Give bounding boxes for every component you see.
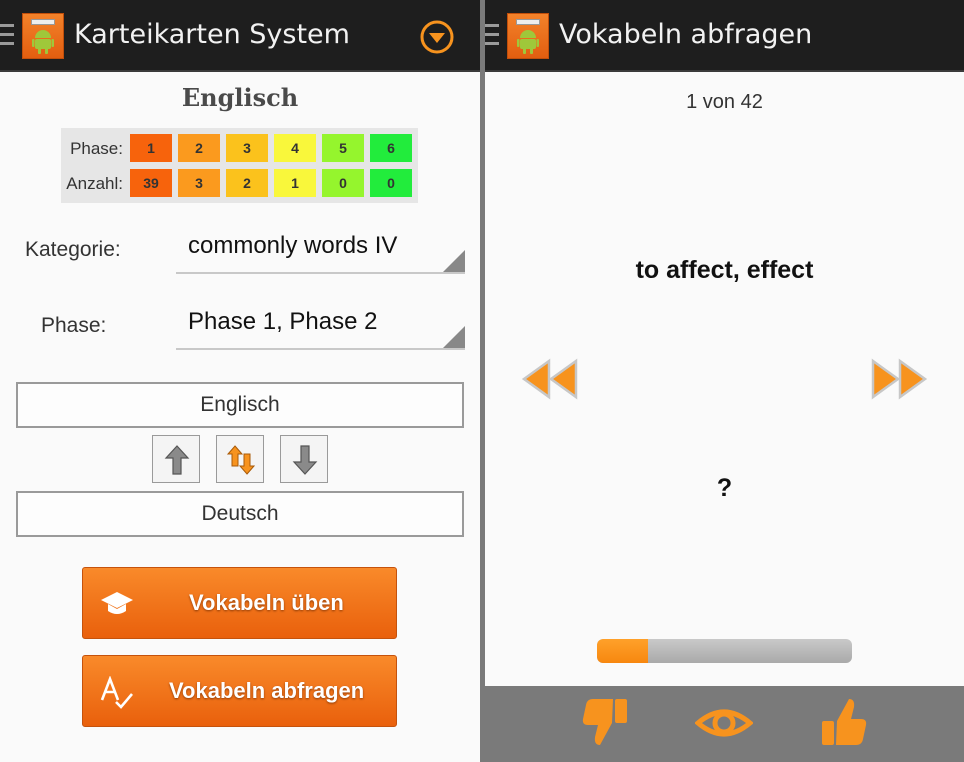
- eye-icon[interactable]: [695, 697, 753, 749]
- phase-label: Phase:: [41, 314, 107, 337]
- phase-cell: 4: [274, 134, 316, 162]
- phase-cell: 6: [370, 134, 412, 162]
- quiz-action-bar: Vokabeln abfragen: [485, 0, 964, 72]
- category-spinner[interactable]: commonly words IV: [176, 222, 465, 274]
- count-cell: 39: [130, 169, 172, 197]
- practice-vocab-label: Vokabeln üben: [189, 590, 344, 615]
- count-cell: 3: [178, 169, 220, 197]
- android-app-icon[interactable]: [507, 13, 549, 59]
- fast-forward-icon[interactable]: [870, 358, 928, 400]
- count-cell: 0: [370, 169, 412, 197]
- rewind-icon[interactable]: [521, 358, 579, 400]
- count-cell: 1: [274, 169, 316, 197]
- category-label: Kategorie:: [25, 238, 121, 261]
- spinner-triangle-icon: [443, 250, 465, 272]
- android-app-icon[interactable]: [22, 13, 64, 59]
- quiz-progress-bar: [597, 639, 852, 663]
- swap-arrows-icon: [227, 445, 255, 475]
- language-heading: Englisch: [181, 83, 299, 112]
- phase-row-label: Phase:: [70, 139, 123, 158]
- phase-spinner[interactable]: Phase 1, Phase 2: [176, 298, 465, 350]
- card-counter: 1 von 42: [686, 91, 763, 113]
- quiz-vocab-label: Vokabeln abfragen: [169, 678, 365, 703]
- main-pane: Karteikarten System Englisch Phase: Anza…: [0, 0, 480, 762]
- answer-text: ?: [716, 474, 733, 502]
- drawer-icon[interactable]: [485, 24, 499, 48]
- phase-cell: 1: [130, 134, 172, 162]
- arrow-down-icon: [292, 445, 318, 475]
- thumbs-down-icon[interactable]: [581, 697, 629, 749]
- phase-value: Phase 1, Phase 2: [188, 308, 378, 335]
- category-value: commonly words IV: [188, 232, 398, 259]
- count-cell: 2: [226, 169, 268, 197]
- language-to-box[interactable]: Deutsch: [16, 491, 464, 537]
- graduation-cap-icon: [101, 592, 133, 614]
- phase-cell: 5: [322, 134, 364, 162]
- direction-swap-button[interactable]: [216, 435, 264, 483]
- thumbs-up-icon[interactable]: [820, 697, 868, 749]
- spinner-triangle-icon: [443, 326, 465, 348]
- practice-vocab-button[interactable]: Vokabeln üben: [82, 567, 397, 639]
- spellcheck-icon: [100, 676, 133, 709]
- arrow-up-icon: [164, 445, 190, 475]
- vocab-word: to affect, effect: [635, 256, 814, 284]
- count-cell: 0: [322, 169, 364, 197]
- quiz-pane: Vokabeln abfragen 1 von 42 to affect, ef…: [485, 0, 964, 762]
- action-bar: Karteikarten System: [0, 0, 480, 72]
- quiz-title: Vokabeln abfragen: [559, 19, 813, 50]
- direction-up-button[interactable]: [152, 435, 200, 483]
- rating-bar: [485, 686, 964, 762]
- drawer-icon[interactable]: [0, 24, 14, 48]
- phase-stats-table: Phase: Anzahl: 1 2 3 4 5 6 39 3 2 1 0 0: [61, 128, 418, 203]
- quiz-vocab-button[interactable]: Vokabeln abfragen: [82, 655, 397, 727]
- count-row-label: Anzahl:: [66, 174, 123, 193]
- phase-cell: 2: [178, 134, 220, 162]
- quiz-progress-fill: [597, 639, 648, 663]
- app-title: Karteikarten System: [74, 19, 350, 50]
- dropdown-circle-icon[interactable]: [419, 19, 455, 55]
- language-from-box[interactable]: Englisch: [16, 382, 464, 428]
- phase-cell: 3: [226, 134, 268, 162]
- direction-down-button[interactable]: [280, 435, 328, 483]
